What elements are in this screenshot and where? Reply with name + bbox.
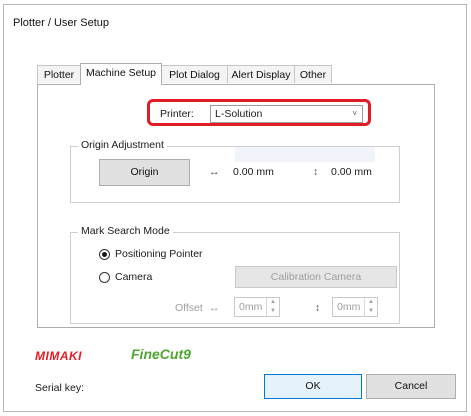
y-axis-icon: ↕ xyxy=(313,166,319,178)
ok-button[interactable]: OK xyxy=(264,374,362,399)
tab-plot-dialog[interactable]: Plot Dialog xyxy=(161,65,228,83)
offset-x-spin-buttons[interactable]: ▲ ▼ xyxy=(266,298,279,316)
offset-x-value: 0mm xyxy=(239,301,263,313)
origin-adjustment-label: Origin Adjustment xyxy=(78,139,167,151)
calibration-camera-button[interactable]: Calibration Camera xyxy=(235,266,397,288)
tab-alert-display[interactable]: Alert Display xyxy=(227,65,295,83)
printer-highlight-box xyxy=(147,99,371,126)
finecut-logo: FineCut9 xyxy=(131,346,191,362)
tab-strip: Plotter Machine Setup Plot Dialog Alert … xyxy=(37,63,435,85)
offset-y-value: 0mm xyxy=(337,301,361,313)
origin-y-value: 0.00 mm xyxy=(331,166,372,178)
camera-label: Camera xyxy=(115,271,153,283)
serial-key-label: Serial key: xyxy=(35,382,85,394)
tab-other[interactable]: Other xyxy=(294,65,332,83)
spin-down-icon[interactable]: ▼ xyxy=(365,307,377,316)
cancel-button[interactable]: Cancel xyxy=(366,374,456,399)
tab-plotter[interactable]: Plotter xyxy=(37,65,81,83)
spin-up-icon[interactable]: ▲ xyxy=(365,298,377,307)
offset-x-stepper[interactable]: 0mm ▲ ▼ xyxy=(234,297,280,317)
offset-y-stepper[interactable]: 0mm ▲ ▼ xyxy=(332,297,378,317)
offset-y-spin-buttons[interactable]: ▲ ▼ xyxy=(364,298,377,316)
radio-camera[interactable] xyxy=(99,272,110,283)
offset-y-icon: ↕ xyxy=(315,302,321,314)
mark-search-mode-label: Mark Search Mode xyxy=(78,225,173,237)
mimaki-logo: MIMAKI xyxy=(35,349,82,363)
spin-up-icon[interactable]: ▲ xyxy=(267,298,279,307)
x-axis-icon: ↔ xyxy=(209,166,220,178)
window-title: Plotter / User Setup xyxy=(13,17,109,29)
origin-button[interactable]: Origin xyxy=(99,159,190,186)
origin-x-value: 0.00 mm xyxy=(233,166,274,178)
tab-machine-setup[interactable]: Machine Setup xyxy=(80,63,162,85)
spin-down-icon[interactable]: ▼ xyxy=(267,307,279,316)
radio-positioning-pointer[interactable] xyxy=(99,249,110,260)
offset-label: Offset xyxy=(175,302,203,314)
offset-x-icon: ↔ xyxy=(209,302,220,314)
positioning-pointer-label: Positioning Pointer xyxy=(115,248,203,260)
